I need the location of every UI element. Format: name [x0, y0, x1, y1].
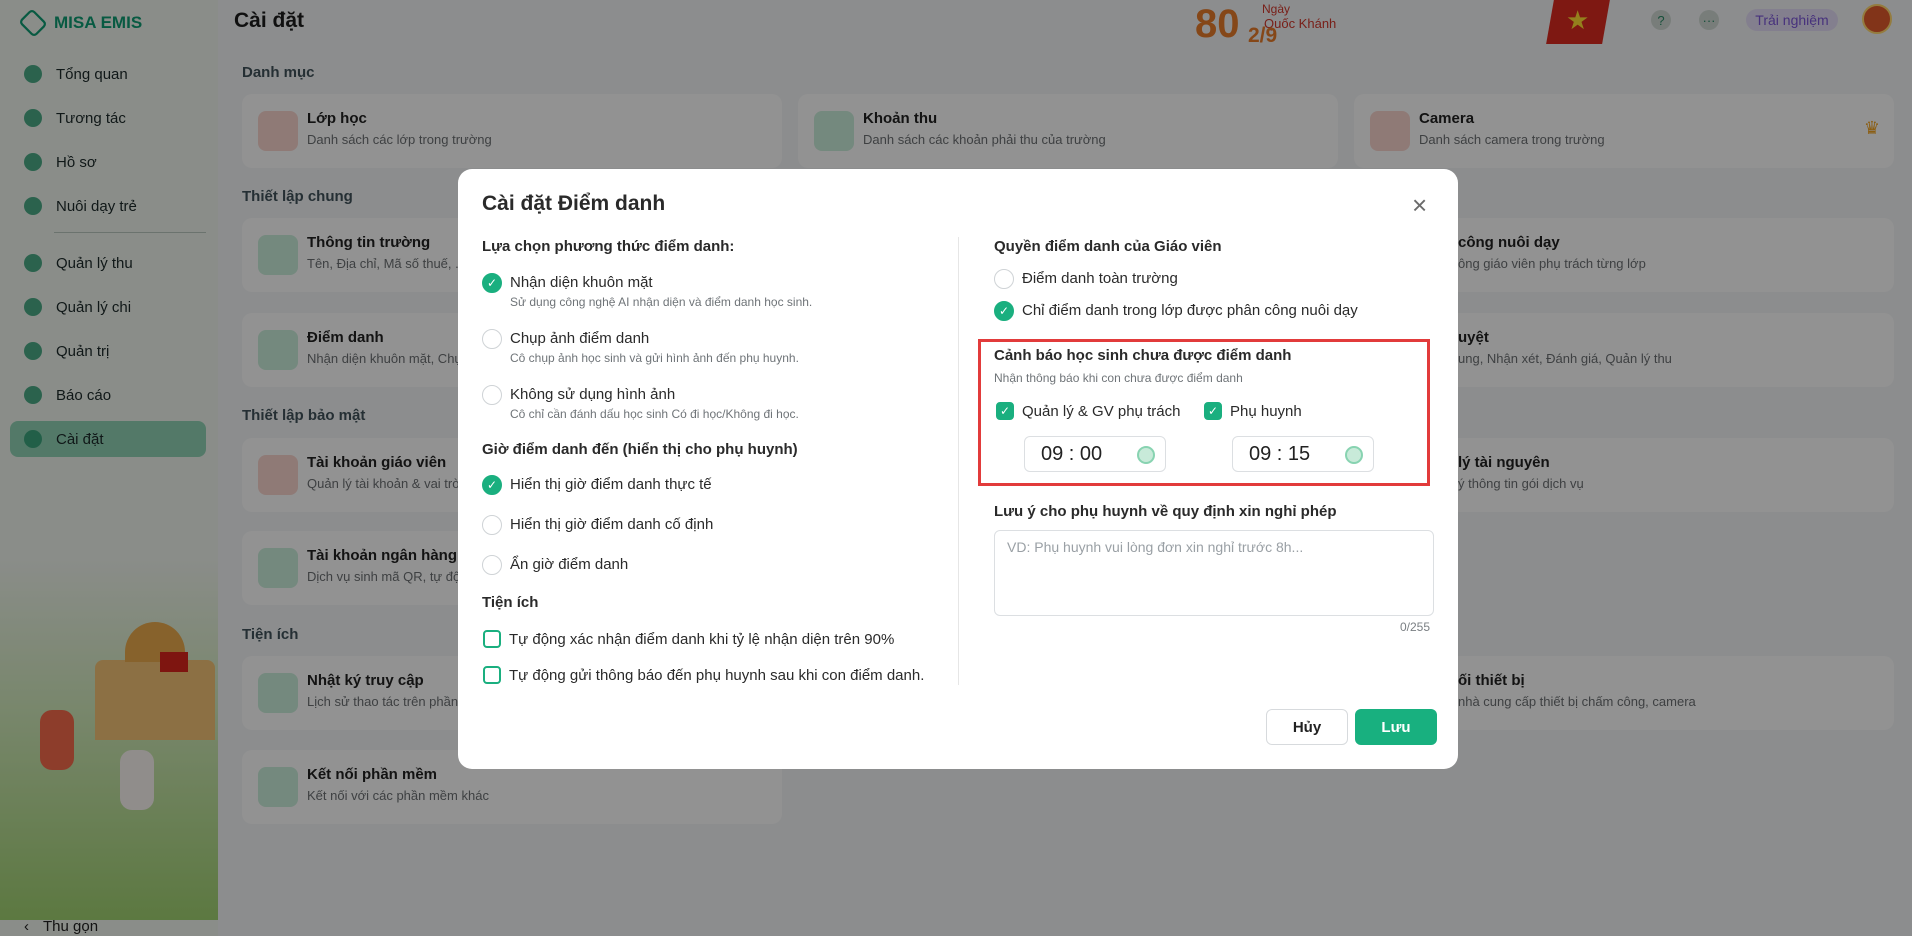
utility-auto-notify[interactable]: Tự động gửi thông báo đến phụ huynh sau … — [483, 666, 924, 686]
note-char-counter: 0/255 — [1400, 620, 1431, 634]
option-label: Hiển thị giờ điểm danh cố định — [510, 516, 714, 533]
check-icon[interactable]: ✓ — [996, 402, 1014, 420]
option-desc: Cô chụp ảnh học sinh và gửi hình ảnh đến… — [510, 351, 799, 365]
option-label: Phụ huynh — [1230, 403, 1302, 420]
time-value: 09 : 15 — [1249, 443, 1311, 465]
radio-button[interactable] — [482, 385, 502, 405]
rights-title: Quyền điểm danh của Giáo viên — [994, 238, 1222, 255]
option-label: Không sử dụng hình ảnh — [510, 386, 676, 403]
save-button[interactable]: Lưu — [1355, 709, 1437, 745]
warning-manager-checkbox[interactable]: ✓ Quản lý & GV phụ trách — [996, 402, 1180, 422]
note-textarea[interactable]: VD: Phụ huynh vui lòng đơn xin nghỉ trướ… — [994, 530, 1434, 616]
radio-button[interactable] — [994, 269, 1014, 289]
rights-option-whole-school[interactable]: Điểm danh toàn trường — [994, 269, 1178, 289]
rights-option-assigned-class[interactable]: ✓ Chỉ điểm danh trong lớp được phân công… — [994, 301, 1358, 321]
option-desc: Cô chỉ cần đánh dấu học sinh Có đi học/K… — [510, 407, 799, 421]
attendance-settings-modal: Cài đặt Điểm danh × Lựa chọn phương thức… — [458, 169, 1458, 769]
close-icon[interactable]: × — [1412, 192, 1427, 218]
check-icon[interactable]: ✓ — [482, 475, 502, 495]
clock-icon — [1137, 446, 1155, 464]
utility-auto-confirm[interactable]: Tự động xác nhận điểm danh khi tỷ lệ nhậ… — [483, 630, 894, 650]
method-option-no-image[interactable]: Không sử dụng hình ảnh Cô chỉ cần đánh d… — [482, 385, 799, 421]
option-desc: Sử dụng công nghệ AI nhận diện và điểm d… — [510, 295, 813, 309]
method-title: Lựa chọn phương thức điểm danh: — [482, 238, 735, 255]
option-label: Hiển thị giờ điểm danh thực tế — [510, 476, 712, 493]
check-icon[interactable]: ✓ — [994, 301, 1014, 321]
radio-button[interactable] — [482, 515, 502, 535]
option-label: Ẩn giờ điểm danh — [510, 556, 629, 573]
option-label: Chụp ảnh điểm danh — [510, 330, 650, 347]
time-option-fixed[interactable]: Hiển thị giờ điểm danh cố định — [482, 515, 713, 535]
radio-button[interactable] — [482, 329, 502, 349]
option-label: Tự động xác nhận điểm danh khi tỷ lệ nhậ… — [509, 631, 895, 648]
option-label: Điểm danh toàn trường — [1022, 270, 1178, 287]
warning-title: Cảnh báo học sinh chưa được điểm danh — [994, 347, 1292, 364]
time-title: Giờ điểm danh đến (hiển thị cho phụ huyn… — [482, 441, 798, 458]
utility-title: Tiện ích — [482, 594, 539, 611]
option-label: Tự động gửi thông báo đến phụ huynh sau … — [509, 667, 925, 684]
time-value: 09 : 00 — [1041, 443, 1103, 465]
cancel-button[interactable]: Hủy — [1266, 709, 1348, 745]
checkbox[interactable] — [483, 630, 501, 648]
manager-time-picker[interactable]: 09 : 00 — [1024, 436, 1166, 472]
time-option-hide[interactable]: Ẩn giờ điểm danh — [482, 555, 628, 575]
warning-subtitle: Nhận thông báo khi con chưa được điểm da… — [994, 371, 1243, 385]
time-option-actual[interactable]: ✓ Hiển thị giờ điểm danh thực tế — [482, 475, 712, 495]
modal-title: Cài đặt Điểm danh — [482, 192, 666, 215]
method-option-face[interactable]: ✓ Nhận diện khuôn mặt Sử dụng công nghệ … — [482, 273, 812, 309]
check-icon[interactable]: ✓ — [482, 273, 502, 293]
option-label: Nhận diện khuôn mặt — [510, 274, 653, 291]
warning-parent-checkbox[interactable]: ✓ Phụ huynh — [1204, 402, 1302, 422]
method-option-photo[interactable]: Chụp ảnh điểm danh Cô chụp ảnh học sinh … — [482, 329, 799, 365]
checkbox[interactable] — [483, 666, 501, 684]
note-title: Lưu ý cho phụ huynh về quy định xin nghỉ… — [994, 503, 1337, 520]
option-label: Quản lý & GV phụ trách — [1022, 403, 1181, 420]
check-icon[interactable]: ✓ — [1204, 402, 1222, 420]
radio-button[interactable] — [482, 555, 502, 575]
parent-time-picker[interactable]: 09 : 15 — [1232, 436, 1374, 472]
option-label: Chỉ điểm danh trong lớp được phân công n… — [1022, 302, 1358, 319]
clock-icon — [1345, 446, 1363, 464]
column-divider — [958, 237, 959, 685]
